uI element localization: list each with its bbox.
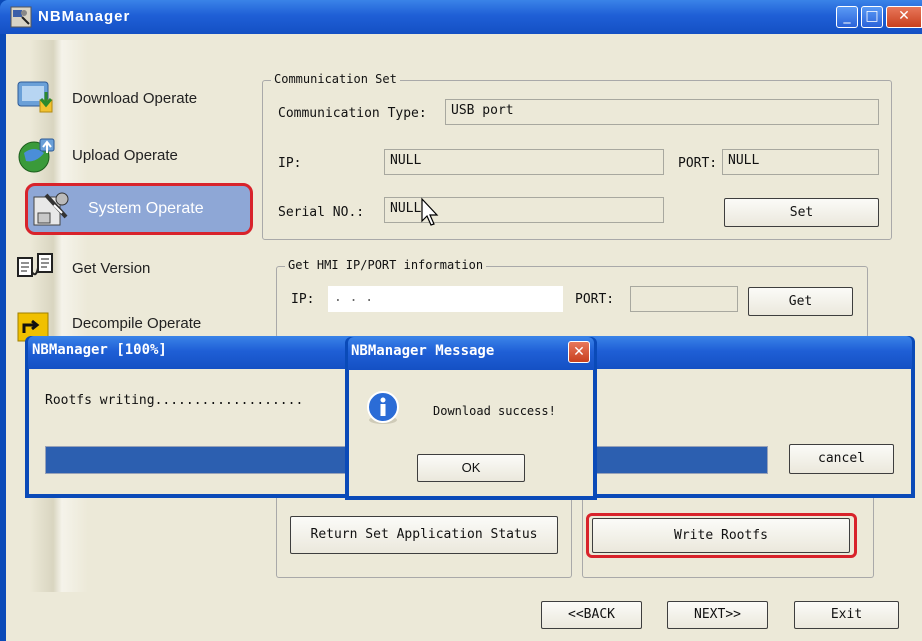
sidebar-item-label: System Operate xyxy=(88,200,204,217)
port-field[interactable]: NULL xyxy=(722,149,879,175)
sidebar-item-label: Decompile Operate xyxy=(72,314,202,332)
progress-dialog-title: NBManager [100%] xyxy=(32,342,167,358)
sidebar-item-label: Get Version xyxy=(72,259,151,277)
message-dialog-title: NBManager Message xyxy=(351,343,495,359)
serial-number-label: Serial NO.: xyxy=(278,205,365,220)
hmi-ip-label: IP: xyxy=(291,292,315,307)
message-dialog-body: Download success! OK xyxy=(349,370,593,496)
sidebar-item-label: Upload Operate xyxy=(72,146,178,164)
sidebar-item-label: Download Operate xyxy=(72,89,198,107)
upload-icon xyxy=(18,138,55,173)
write-rootfs-button[interactable]: Write Rootfs xyxy=(592,518,850,553)
next-button[interactable]: NEXT>> xyxy=(667,601,768,629)
communication-type-field[interactable]: USB port xyxy=(445,99,879,125)
sidebar-item-version[interactable]: Get Version xyxy=(8,243,246,293)
mouse-cursor-icon xyxy=(421,197,439,226)
exit-button[interactable]: Exit xyxy=(794,601,899,629)
port-label: PORT: xyxy=(678,156,718,171)
message-text: Download success! xyxy=(433,404,556,418)
close-button[interactable]: ✕ xyxy=(886,6,922,28)
ip-label: IP: xyxy=(278,156,302,171)
minimize-button[interactable]: _ xyxy=(836,6,858,28)
ok-button[interactable]: OK xyxy=(417,454,525,482)
message-dialog-titlebar[interactable]: NBManager Message ✕ xyxy=(348,337,594,370)
set-button[interactable]: Set xyxy=(724,198,879,227)
group-title: Get HMI IP/PORT information xyxy=(285,258,487,272)
message-dialog: NBManager Message ✕ Download success! OK xyxy=(345,337,597,500)
progress-status-text: Rootfs writing................... xyxy=(45,393,304,408)
back-button[interactable]: <<BACK xyxy=(541,601,642,629)
main-window: NBManager _ □ ✕ Download Operate Upload … xyxy=(0,0,922,641)
communication-type-label: Communication Type: xyxy=(278,106,427,121)
info-icon xyxy=(367,391,399,424)
version-icon xyxy=(17,253,53,277)
main-titlebar[interactable]: NBManager _ □ ✕ xyxy=(0,0,922,34)
group-title: Communication Set xyxy=(271,72,400,86)
get-button[interactable]: Get xyxy=(748,287,853,316)
return-set-application-status-button[interactable]: Return Set Application Status xyxy=(290,516,558,554)
sidebar-item-system[interactable]: System Operate xyxy=(25,183,253,235)
maximize-button[interactable]: □ xyxy=(861,6,883,28)
system-settings-icon xyxy=(33,192,69,226)
window-title: NBManager xyxy=(38,8,131,25)
message-close-button[interactable]: ✕ xyxy=(568,341,590,363)
hmi-port-label: PORT: xyxy=(575,292,615,307)
download-icon xyxy=(17,81,53,113)
sidebar-item-download[interactable]: Download Operate xyxy=(8,73,246,123)
ip-field[interactable]: NULL xyxy=(384,149,664,175)
sidebar-item-upload[interactable]: Upload Operate xyxy=(8,130,246,180)
hmi-ip-input[interactable]: . . . xyxy=(328,286,563,312)
hmi-port-field[interactable] xyxy=(630,286,738,312)
cancel-button[interactable]: cancel xyxy=(789,444,894,474)
app-icon xyxy=(10,6,32,28)
